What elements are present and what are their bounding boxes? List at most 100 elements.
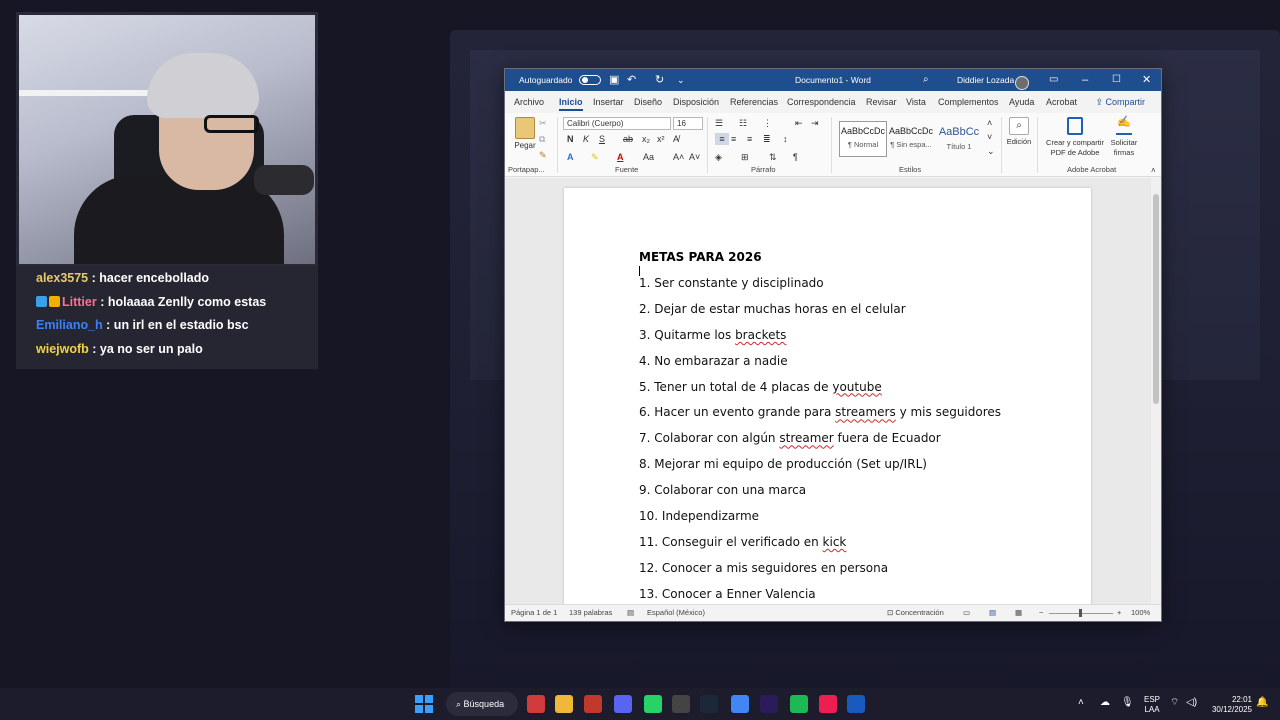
tab-revisar[interactable]: Revisar [866,91,897,113]
align-center-icon[interactable]: ≡ [731,133,736,145]
zoom-out-icon[interactable]: − [1039,605,1043,621]
align-left-icon[interactable]: ≡ [715,133,729,145]
word-icon[interactable] [847,695,865,713]
tab-correspondencia[interactable]: Correspondencia [787,91,856,113]
widgets-icon[interactable] [527,695,545,713]
tiktok-icon[interactable] [819,695,837,713]
editing-button[interactable]: ⌕ Edición [1005,117,1033,148]
goal-item[interactable]: 5. Tener un total de 4 placas de youtube [639,380,1001,406]
styles-scroll-down-icon[interactable]: ˅ [987,131,992,143]
align-right-icon[interactable]: ≡ [747,133,752,145]
goal-item[interactable]: 8. Mejorar mi equipo de producción (Set … [639,457,1001,483]
word-count[interactable]: 139 palabras [569,605,612,621]
numbering-icon[interactable]: ☷ [739,117,747,129]
grow-font-icon[interactable]: A˄ [673,151,684,163]
borders-icon[interactable]: ⊞ [741,151,749,163]
highlight-icon[interactable]: ✎ [591,151,599,163]
share-button[interactable]: ⇪ Compartir [1089,94,1149,110]
multilevel-list-icon[interactable]: ⋮ [763,117,772,129]
whatsapp-icon[interactable] [644,695,662,713]
tab-complementos[interactable]: Complementos [938,91,999,113]
goal-item[interactable]: 11. Conseguir el verificado en kick [639,535,1001,561]
goal-item[interactable]: 1. Ser constante y disciplinado [639,276,1001,302]
bullets-icon[interactable]: ☰ [715,117,723,129]
customize-qat-icon[interactable]: ⌄ [677,69,685,91]
language-indicator[interactable]: ESP LAA [1144,695,1160,715]
vertical-scrollbar[interactable] [1151,178,1161,605]
zoom-level[interactable]: 100% [1131,605,1150,621]
show-marks-icon[interactable]: ¶ [793,151,798,163]
styles-scroll-up-icon[interactable]: ˄ [987,117,992,129]
scrollbar-thumb[interactable] [1153,194,1159,404]
language-status[interactable]: Español (México) [647,605,705,621]
font-color-icon[interactable]: A [617,151,624,163]
close-icon[interactable]: ✕ [1142,69,1151,91]
zoom-in-icon[interactable]: + [1117,605,1121,621]
focus-mode-button[interactable]: ⊡ Concentración [887,605,944,621]
steam-icon[interactable] [700,695,718,713]
goal-item[interactable]: 6. Hacer un evento grande para streamers… [639,405,1001,431]
account-name[interactable]: Diddier Lozada [957,69,1014,91]
request-signatures-button[interactable]: ✍ Solicitar firmas [1108,117,1140,158]
page-count[interactable]: Página 1 de 1 [511,605,557,621]
document-heading[interactable]: METAS PARA 2026 [639,250,762,264]
maximize-icon[interactable]: ☐ [1112,69,1121,91]
clock[interactable]: 22:01 30/12/2025 [1208,695,1252,715]
autosave-control[interactable]: Autoguardado [519,69,601,91]
read-mode-icon[interactable]: ▭ [963,605,970,621]
goal-item[interactable]: 7. Colaborar con algún streamer fuera de… [639,431,1001,457]
strikethrough-icon[interactable]: ab [623,133,633,145]
volume-icon[interactable]: ◁) [1186,698,1197,708]
goal-item[interactable]: 3. Quitarme los brackets [639,328,1001,354]
document-area[interactable]: METAS PARA 2026 1. Ser constante y disci… [505,178,1153,605]
line-spacing-icon[interactable]: ↕ [783,133,788,145]
goal-item[interactable]: 10. Independizarme [639,509,1001,535]
spotify-icon[interactable] [790,695,808,713]
taskbar-search[interactable]: ⌕ Búsqueda [446,692,518,716]
underline-button[interactable]: S [599,133,605,145]
goal-item[interactable]: 12. Conocer a mis seguidores en persona [639,561,1001,587]
shrink-font-icon[interactable]: A˅ [689,151,700,163]
calendar-app-icon[interactable] [584,695,602,713]
font-name-select[interactable]: Calibri (Cuerpo) [563,117,671,130]
save-icon[interactable]: ▣ [609,69,619,91]
styles-more-icon[interactable]: ⌄ [987,145,995,157]
superscript-icon[interactable]: x² [657,133,665,145]
collapse-ribbon-icon[interactable]: ˄ [1151,165,1156,177]
premiere-icon[interactable] [760,695,778,713]
start-button[interactable] [415,695,433,713]
clear-format-icon[interactable]: A̸ [673,133,679,145]
tab-insertar[interactable]: Insertar [593,91,624,113]
bold-button[interactable]: N [567,133,574,145]
avatar[interactable] [1015,73,1029,90]
print-layout-icon[interactable]: ▤ [989,605,996,621]
goal-item[interactable]: 9. Colaborar con una marca [639,483,1001,509]
decrease-indent-icon[interactable]: ⇤ [795,117,803,129]
autosave-toggle[interactable] [578,75,601,85]
style-option[interactable]: AaBbCc Título 1 [935,121,983,157]
justify-icon[interactable]: ≣ [763,133,771,145]
tab-diseño[interactable]: Diseño [634,91,662,113]
goal-item[interactable]: 4. No embarazar a nadie [639,354,1001,380]
file-explorer-icon[interactable] [555,695,573,713]
paste-button[interactable]: Pegar [513,117,537,152]
microphone-icon[interactable]: 🎙 [1121,698,1134,708]
change-case-icon[interactable]: Aa [643,151,654,163]
tab-referencias[interactable]: Referencias [730,91,778,113]
zoom-slider-handle[interactable] [1079,609,1082,617]
tab-disposición[interactable]: Disposición [673,91,719,113]
increase-indent-icon[interactable]: ⇥ [811,117,819,129]
tab-archivo[interactable]: Archivo [514,91,544,113]
create-pdf-button[interactable]: Crear y compartir PDF de Adobe [1043,117,1107,158]
tab-acrobat[interactable]: Acrobat [1046,91,1077,113]
redo-icon[interactable]: ↻ [655,69,664,91]
epic-games-icon[interactable] [672,695,690,713]
minimize-icon[interactable]: – [1082,69,1088,91]
italic-button[interactable]: K [583,133,589,145]
style-option[interactable]: AaBbCcDc ¶ Sin espa... [887,121,935,157]
goal-item[interactable]: 2. Dejar de estar muchas horas en el cel… [639,302,1001,328]
tab-vista[interactable]: Vista [906,91,926,113]
goal-item[interactable]: 13. Conocer a Enner Valencia [639,587,1001,605]
proofing-icon[interactable]: ▤ [627,605,634,621]
subscript-icon[interactable]: x₂ [642,133,650,145]
